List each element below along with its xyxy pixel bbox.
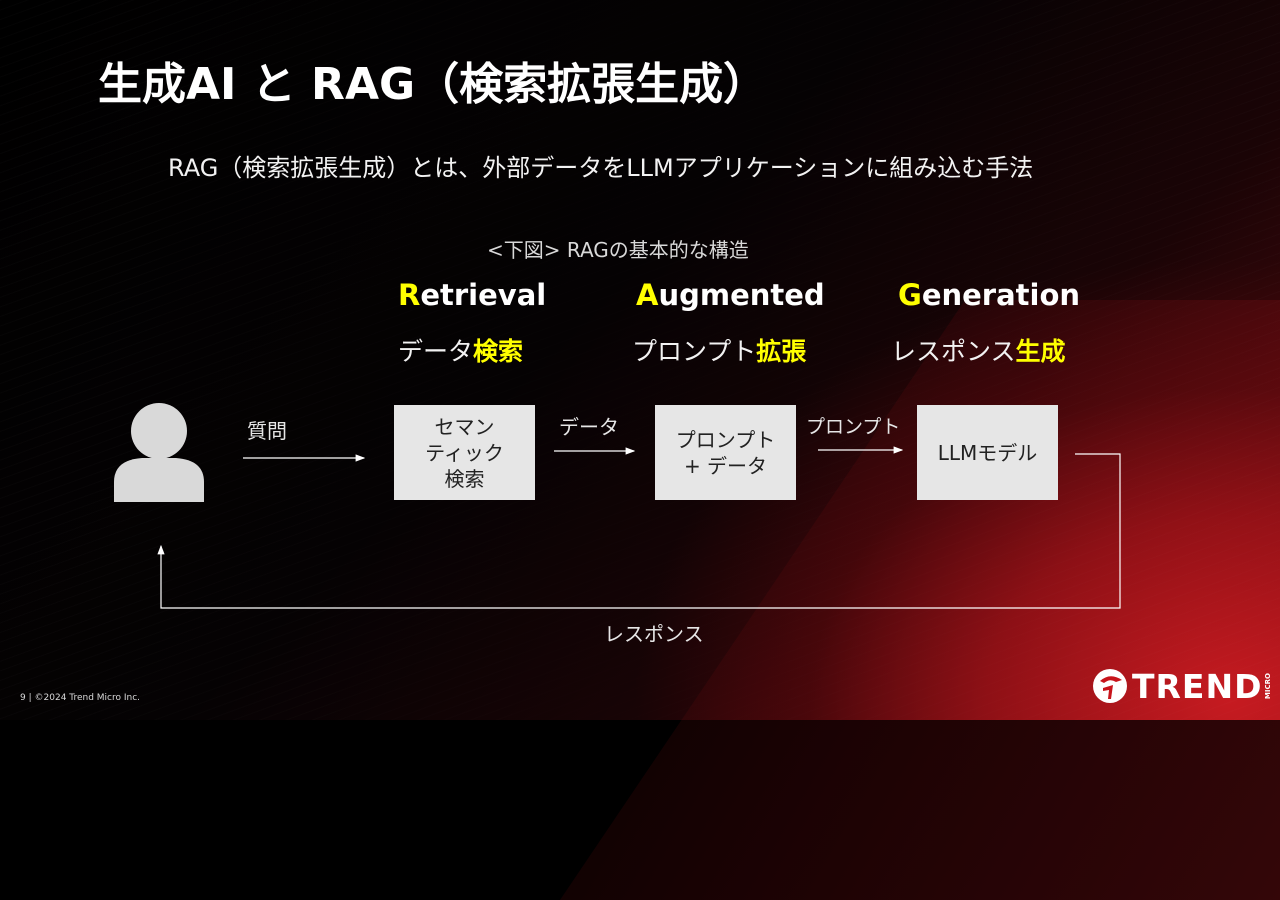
logo-sub-text: MICRO [1264,672,1273,700]
semantic-search-box: セマン ティック 検索 [394,405,535,500]
llm-model-box: LLMモデル [917,405,1058,500]
box-line: + データ [683,453,768,478]
box-line: ティック [425,440,504,465]
page-number: 9 [20,693,26,703]
trend-logo-icon [1093,669,1127,703]
copyright: ©2024 Trend Micro Inc. [34,693,141,703]
label-prompt: プロンプト [806,416,901,438]
logo-brand-text: TREND [1132,666,1263,706]
trend-micro-logo: TREND MICRO [1092,665,1272,707]
box-line: LLMモデル [937,440,1038,465]
label-response: レスポンス [604,622,704,646]
label-question: 質問 [247,419,287,443]
label-data: データ [559,415,619,439]
prompt-data-box: プロンプト + データ [655,405,796,500]
box-line: プロンプト [675,427,776,452]
box-line: 検索 [444,466,485,491]
slide-footer: 9 | ©2024 Trend Micro Inc. [20,693,140,703]
box-line: セマン [434,414,495,439]
footer-separator: | [28,693,32,703]
flow-connectors [157,446,1121,609]
